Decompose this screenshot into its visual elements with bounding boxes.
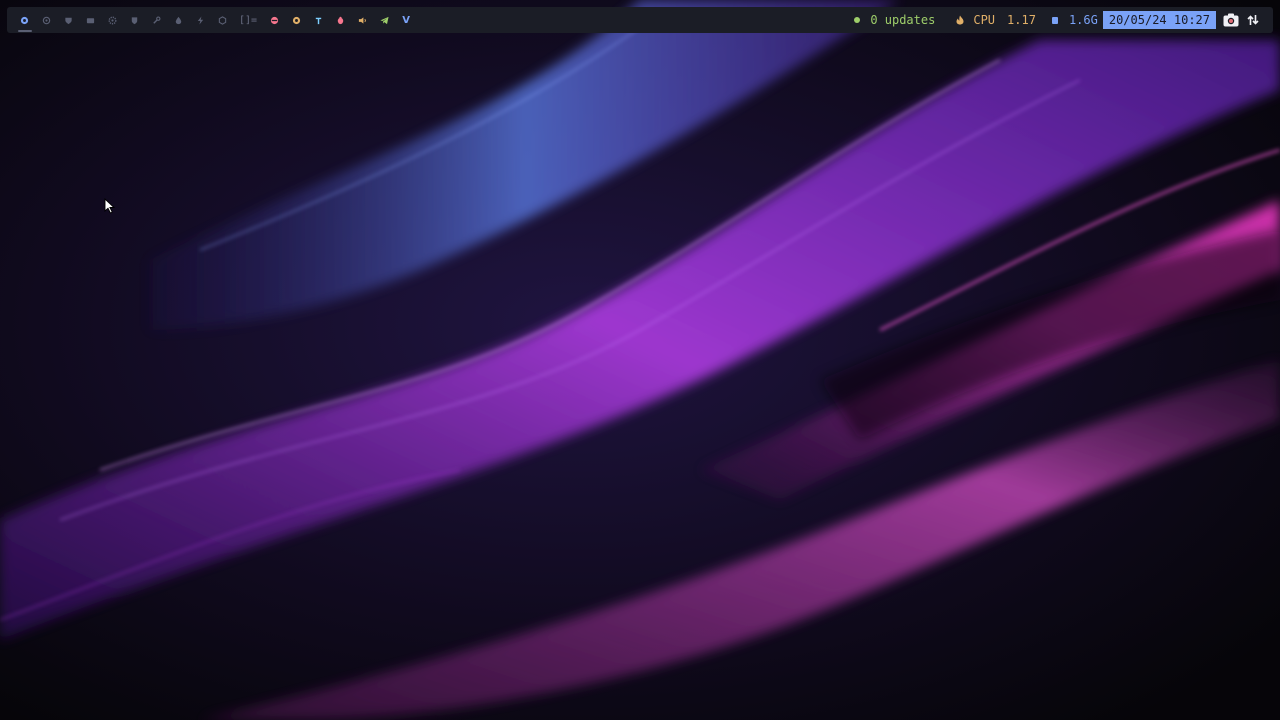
bolt-icon [197,15,203,25]
mouse-pointer-icon [104,198,116,214]
workspace-7[interactable] [145,7,167,33]
workspace-area: []= V [13,7,417,33]
app-bug[interactable] [329,7,351,33]
wallpaper [0,0,1280,720]
desktop[interactable]: []= V 0 updates CPU 1.17 1.6G 20/05/24 1… [0,0,1280,720]
workspace-3[interactable] [57,7,79,33]
memory-value[interactable]: 1.6G [1069,13,1098,27]
camera-icon [1223,13,1239,27]
workspace-10[interactable] [211,7,233,33]
drop-icon [175,16,181,24]
app-telegram[interactable] [373,7,395,33]
hexagon-icon [218,15,226,25]
shield-small-icon [131,16,137,24]
layout-indicator[interactable]: []= [239,15,257,26]
shield-icon [64,17,72,24]
firefox-icon [270,16,278,24]
workspace-6[interactable] [123,7,145,33]
workspace-5[interactable] [101,7,123,33]
app-speaker[interactable] [351,7,373,33]
app-chrome[interactable] [285,7,307,33]
status-area: 0 updates CPU 1.17 1.6G 20/05/24 10:27 [854,7,1267,33]
network-arrows-icon [1247,15,1259,25]
workspace-2[interactable] [35,7,57,33]
circle-filled-icon [20,16,28,24]
memory-icon [1051,16,1058,24]
telegram-icon [380,16,389,24]
circle-dot-icon [42,16,50,24]
flame-icon [956,15,964,25]
screenshot-button[interactable] [1223,13,1239,27]
updates-icon [854,17,861,23]
chrome-icon [292,16,300,24]
updates-status[interactable]: 0 updates [870,13,935,27]
workspace-9[interactable] [189,7,211,33]
speaker-icon [358,16,366,24]
folder-icon [86,17,94,23]
bug-icon [337,16,343,24]
pin-icon [315,17,321,24]
cpu-value[interactable]: 1.17 [1007,13,1036,27]
app-v[interactable]: V [395,7,417,33]
workspace-8[interactable] [167,7,189,33]
gear-icon [108,16,116,24]
workspace-4[interactable] [79,7,101,33]
cpu-label: CPU [973,13,996,27]
clock[interactable]: 20/05/24 10:27 [1102,11,1216,29]
top-bar: []= V 0 updates CPU 1.17 1.6G 20/05/24 1… [7,7,1273,33]
workspace-1[interactable] [13,7,35,33]
app-pin[interactable] [307,7,329,33]
network-status[interactable] [1245,13,1261,27]
app-firefox[interactable] [263,7,285,33]
wrench-icon [152,16,160,24]
v-icon: V [402,14,410,26]
